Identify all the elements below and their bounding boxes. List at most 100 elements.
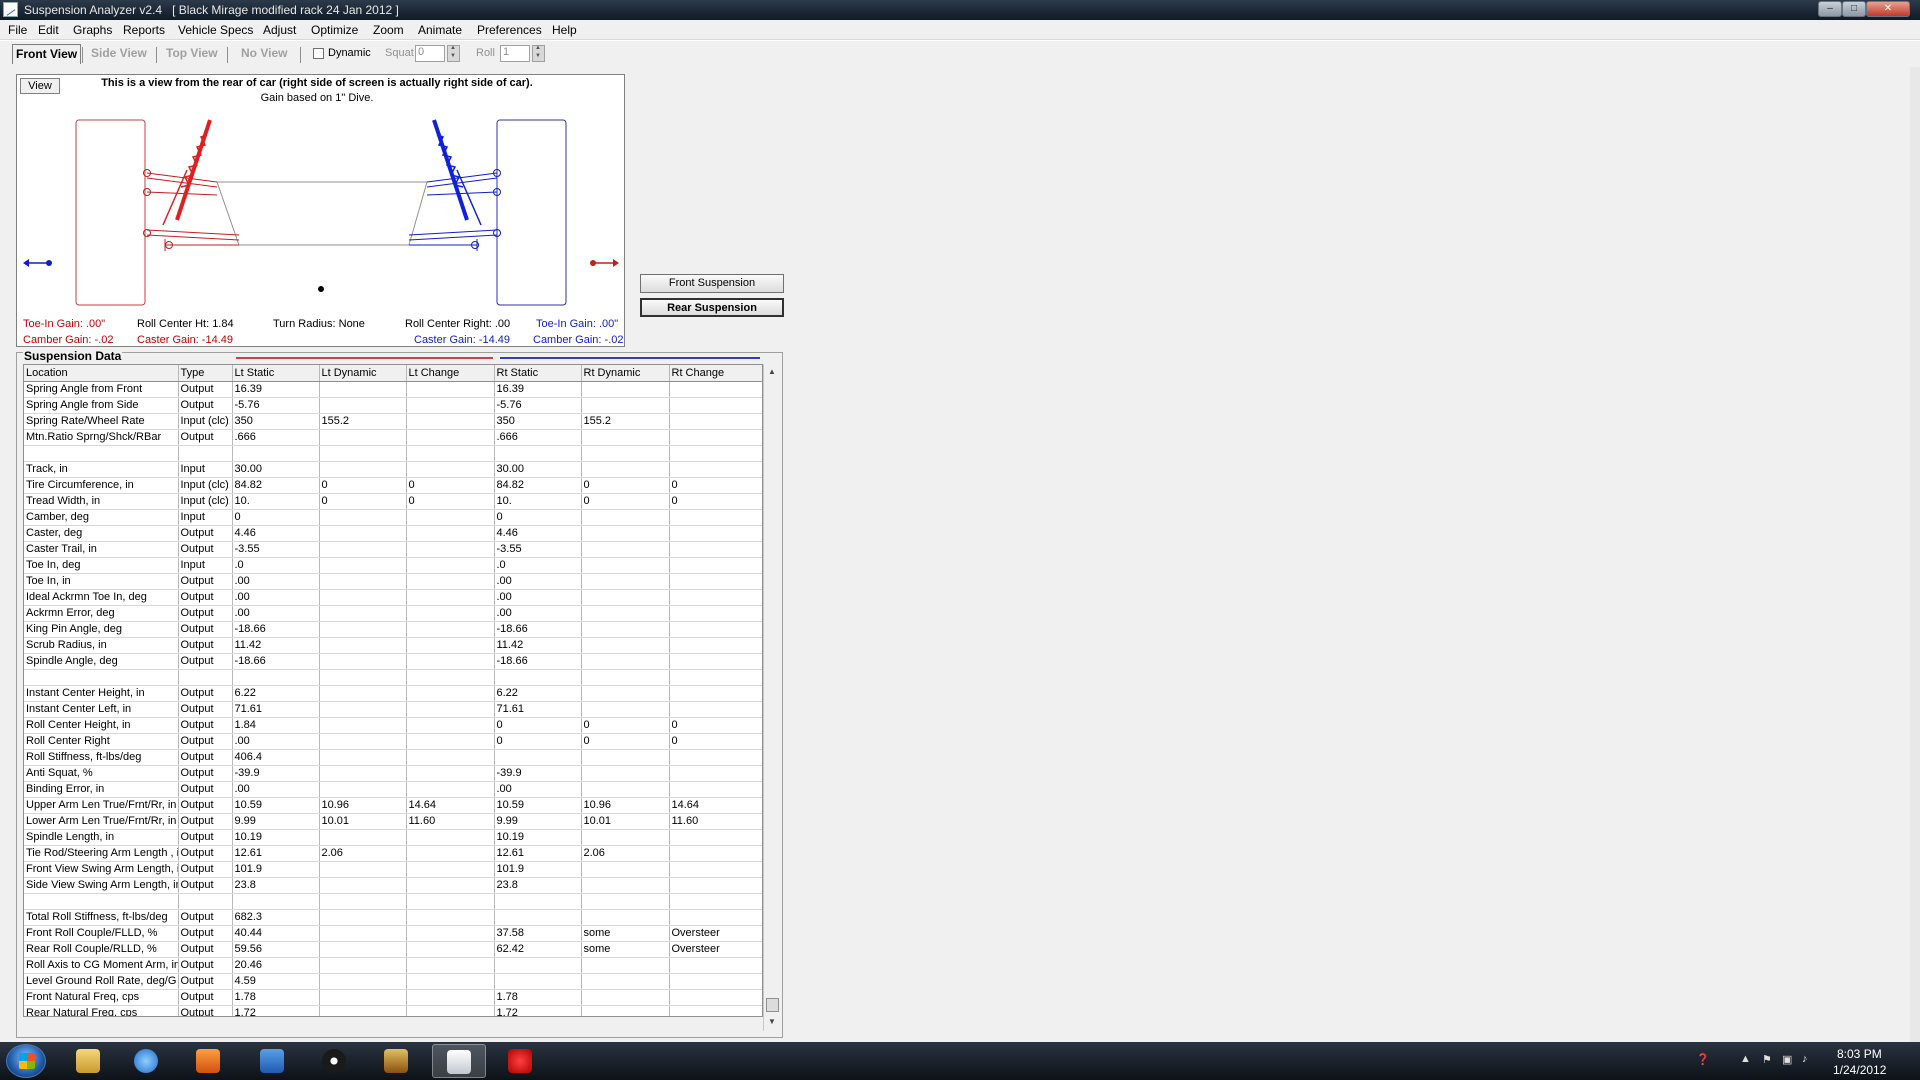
table-cell[interactable] (406, 733, 495, 750)
table-cell[interactable]: Spindle Angle, deg (24, 653, 179, 670)
column-header[interactable]: Lt Static (232, 365, 320, 382)
flag-icon[interactable]: ⚑ (1762, 1053, 1772, 1066)
table-cell[interactable]: Level Ground Roll Rate, deg/G (24, 973, 179, 990)
table-cell[interactable]: Rear Roll Couple/RLLD, % (24, 941, 179, 958)
view-button[interactable]: View (20, 78, 60, 94)
table-cell[interactable] (406, 589, 495, 606)
table-cell[interactable]: Rear Natural Freq, cps (24, 1005, 179, 1016)
table-cell[interactable]: -18.66 (232, 653, 320, 670)
table-cell[interactable]: 0 (494, 717, 582, 734)
table-cell[interactable] (581, 605, 670, 622)
table-cell[interactable]: 350 (232, 413, 320, 430)
table-cell[interactable]: 101.9 (232, 861, 320, 878)
roll-spinner[interactable] (532, 45, 545, 62)
app-icon[interactable] (370, 1044, 424, 1078)
table-cell[interactable] (669, 1005, 762, 1016)
menu-zoom[interactable]: Zoom (373, 23, 404, 37)
table-cell[interactable]: 0 (581, 717, 670, 734)
table-cell[interactable] (319, 461, 407, 478)
table-cell[interactable] (319, 733, 407, 750)
table-cell[interactable] (406, 701, 495, 718)
table-cell[interactable] (669, 589, 762, 606)
table-cell[interactable]: 10.01 (319, 813, 407, 830)
table-cell[interactable] (319, 669, 407, 686)
table-cell[interactable]: 1.84 (232, 717, 320, 734)
table-cell[interactable] (406, 621, 495, 638)
table-cell[interactable]: Scrub Radius, in (24, 637, 179, 654)
table-cell[interactable] (581, 381, 670, 398)
table-cell[interactable] (406, 749, 495, 766)
table-cell[interactable] (669, 973, 762, 990)
explorer-icon[interactable] (62, 1044, 116, 1078)
squat-spinner[interactable] (447, 45, 460, 62)
table-cell[interactable] (319, 381, 407, 398)
table-cell[interactable] (178, 445, 233, 462)
table-cell[interactable] (406, 781, 495, 798)
table-cell[interactable]: Output (178, 733, 233, 750)
table-cell[interactable] (669, 781, 762, 798)
table-cell[interactable] (581, 829, 670, 846)
table-cell[interactable]: Front Natural Freq, cps (24, 989, 179, 1006)
table-cell[interactable] (319, 509, 407, 526)
table-cell[interactable] (319, 749, 407, 766)
table-cell[interactable]: Oversteer (669, 925, 762, 942)
table-cell[interactable] (581, 541, 670, 558)
table-cell[interactable]: 9.99 (232, 813, 320, 830)
table-cell[interactable]: Output (178, 829, 233, 846)
table-cell[interactable] (494, 445, 582, 462)
table-cell[interactable]: Roll Center Right (24, 733, 179, 750)
table-cell[interactable] (319, 973, 407, 990)
table-cell[interactable]: 12.61 (232, 845, 320, 862)
roll-input[interactable]: 1 (500, 45, 530, 62)
table-cell[interactable] (581, 685, 670, 702)
table-cell[interactable] (319, 941, 407, 958)
table-cell[interactable]: 11.42 (494, 637, 582, 654)
table-cell[interactable] (319, 637, 407, 654)
table-cell[interactable]: Spring Angle from Front (24, 381, 179, 398)
window-scrollbar[interactable] (1910, 67, 1920, 1042)
table-cell[interactable] (406, 1005, 495, 1016)
table-cell[interactable] (319, 397, 407, 414)
table-cell[interactable]: King Pin Angle, deg (24, 621, 179, 638)
table-cell[interactable] (581, 557, 670, 574)
table-cell[interactable] (319, 1005, 407, 1016)
table-cell[interactable] (581, 781, 670, 798)
table-cell[interactable] (24, 669, 179, 686)
table-cell[interactable]: 40.44 (232, 925, 320, 942)
table-cell[interactable] (406, 861, 495, 878)
table-cell[interactable] (406, 525, 495, 542)
menu-reports[interactable]: Reports (123, 23, 165, 37)
table-cell[interactable] (319, 909, 407, 926)
table-cell[interactable] (669, 605, 762, 622)
table-cell[interactable]: 2.06 (319, 845, 407, 862)
table-cell[interactable]: 155.2 (319, 413, 407, 430)
table-cell[interactable] (669, 525, 762, 542)
table-cell[interactable] (406, 573, 495, 590)
table-cell[interactable] (581, 669, 670, 686)
table-cell[interactable]: 1.78 (232, 989, 320, 1006)
table-cell[interactable]: 2.06 (581, 845, 670, 862)
table-cell[interactable] (178, 669, 233, 686)
column-header[interactable]: Rt Dynamic (581, 365, 670, 382)
table-cell[interactable]: Roll Axis to CG Moment Arm, in (24, 957, 179, 974)
table-cell[interactable]: 10.96 (581, 797, 670, 814)
table-cell[interactable]: 0 (494, 733, 582, 750)
table-cell[interactable] (319, 861, 407, 878)
table-cell[interactable]: Tread Width, in (24, 493, 179, 510)
table-cell[interactable]: 10.59 (232, 797, 320, 814)
table-cell[interactable]: 6.22 (232, 685, 320, 702)
table-cell[interactable]: 30.00 (494, 461, 582, 478)
table-cell[interactable]: 11.42 (232, 637, 320, 654)
table-cell[interactable] (669, 957, 762, 974)
table-cell[interactable] (406, 829, 495, 846)
table-cell[interactable]: 350 (494, 413, 582, 430)
table-cell[interactable] (494, 909, 582, 926)
table-cell[interactable] (669, 893, 762, 910)
table-cell[interactable] (319, 573, 407, 590)
table-cell[interactable]: .00 (494, 589, 582, 606)
table-cell[interactable] (406, 973, 495, 990)
table-cell[interactable]: 0 (319, 477, 407, 494)
table-cell[interactable]: 30.00 (232, 461, 320, 478)
table-cell[interactable] (669, 829, 762, 846)
table-cell[interactable] (178, 893, 233, 910)
